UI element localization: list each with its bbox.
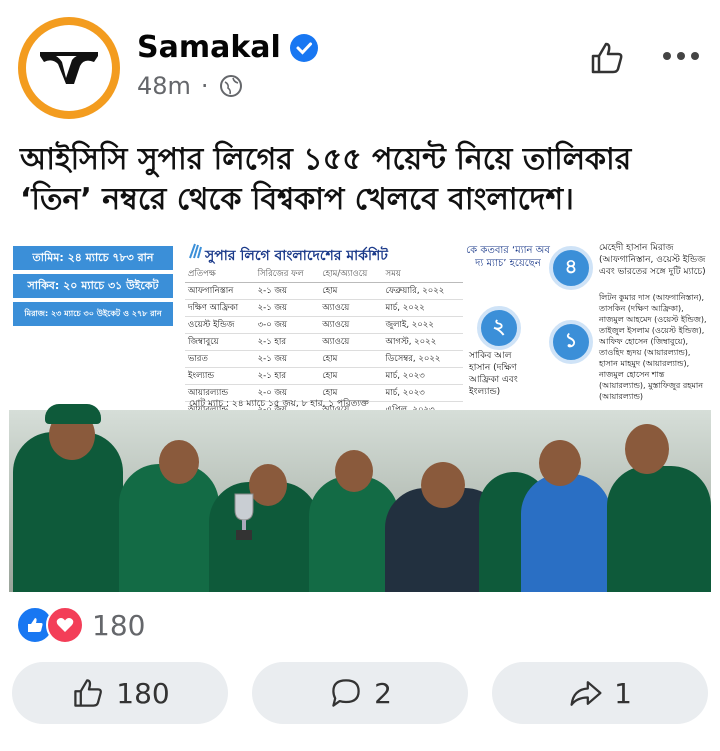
- player-figure: [607, 466, 711, 592]
- table-total: মোট ম্যাচ : ২৪ ম্যাচে ১৫ জয়, ৮ হার, ১ প…: [189, 399, 369, 409]
- comment-count: 2: [374, 676, 392, 710]
- share-count: 1: [614, 676, 632, 710]
- table-cell: মার্চ, ২০২২: [382, 299, 463, 317]
- table-cell: ২-১ জয়: [254, 299, 320, 317]
- table-cell: ইংল্যান্ড: [185, 367, 255, 385]
- table-cell: জুলাই, ২০২২: [382, 316, 463, 334]
- player-head: [335, 450, 373, 492]
- verified-badge-icon: [289, 33, 318, 62]
- table-header: প্রতিপক্ষ: [185, 266, 255, 283]
- table-cell: ডিসেম্বর, ২০২২: [382, 350, 463, 368]
- table-cell: ২-১ হার: [254, 367, 320, 385]
- table-cell: দক্ষিণ আফ্রিকা: [185, 299, 255, 317]
- stat-shakib: সাকিব: ২০ ম্যাচে ৩১ উইকেট: [13, 274, 173, 298]
- love-reaction-icon: [46, 606, 84, 644]
- table-cell: আগস্ট, ২০২২: [382, 333, 463, 351]
- meta-separator: ·: [200, 72, 209, 100]
- reaction-count[interactable]: 180: [92, 609, 145, 642]
- player-head: [539, 440, 581, 486]
- table-cell: হোম: [319, 282, 383, 300]
- table-cell: ৩-০ জয়: [254, 316, 320, 334]
- table-row: দক্ষিণ আফ্রিকা ২-১ জয় অ্যাওয়ে মার্চ, ২০২২: [185, 299, 463, 317]
- comment-icon: [332, 679, 360, 707]
- player-figure: [521, 474, 611, 592]
- post-time[interactable]: 48m: [137, 72, 191, 100]
- mom-title: কে কতবার ‘ম্যান অব দ্য ম্যাচ’ হয়েছেন: [466, 245, 550, 269]
- table-row: ভারত ২-১ জয় হোম ডিসেম্বর, ২০২২: [185, 350, 463, 368]
- post-image[interactable]: তামিম: ২৪ ম্যাচে ৭৮৩ রান সাকিব: ২০ ম্যাচ…: [9, 238, 711, 592]
- table-cell: হোম: [319, 350, 383, 368]
- samakal-logo-icon: [40, 52, 98, 84]
- stat-miraz: মিরাজ: ২৩ ম্যাচে ৩০ উইকেট ও ২৭৮ রান: [13, 302, 173, 326]
- share-button[interactable]: 1: [492, 662, 708, 724]
- table-cell: ২-১ হার: [254, 333, 320, 351]
- caption-line: আইসিসি সুপার লিগের ১৫৫ পয়েন্ট নিয়ে তাল…: [20, 142, 632, 177]
- like-icon: [74, 679, 103, 707]
- reaction-summary[interactable]: 180: [16, 606, 145, 644]
- table-cell: ২-১ জয়: [254, 282, 320, 300]
- note-two: সাকিব আল হাসান (দক্ষিণ আফ্রিকা এবং ইংল্য…: [469, 351, 518, 397]
- table-cell: অ্যাওয়ে: [319, 333, 383, 351]
- table-cell: মার্চ, ২০২৩: [382, 384, 463, 402]
- table-cell: হোম: [319, 367, 383, 385]
- post-meta: 48m ·: [137, 72, 243, 100]
- table-cell: মার্চ, ২০২৩: [382, 367, 463, 385]
- page-avatar[interactable]: [18, 17, 120, 119]
- table-cell: অ্যাওয়ে: [319, 299, 383, 317]
- note-one: লিটন কুমার দাস (আফগানিস্তান), তাসকিন (দক…: [599, 293, 707, 401]
- mom-panel: কে কতবার ‘ম্যান অব দ্য ম্যাচ’ হয়েছেন ৪ …: [465, 240, 709, 408]
- table-header: সিরিজের ফল: [254, 266, 320, 283]
- share-icon: [570, 681, 602, 706]
- note-four: মেহেদী হাসান মিরাজ (আফগানিস্তান, ওয়েস্ট…: [599, 243, 706, 277]
- stat-tamim: তামিম: ২৪ ম্যাচে ৭৮৩ রান: [13, 246, 173, 270]
- post-header: Samakal 48m ·: [0, 0, 720, 120]
- table-title: সুপার লিগে বাংলাদেশের মার্কশিট: [205, 248, 388, 264]
- trophy-icon: [234, 493, 254, 540]
- caption-line: ‘তিন’ নম্বরে থেকে বিশ্বকাপ খেলবে বাংলাদে…: [20, 182, 574, 217]
- cricket-cap-icon: [45, 404, 101, 424]
- player-head: [625, 424, 669, 474]
- table-row: জিম্বাবুয়ে ২-১ হার অ্যাওয়ে আগস্ট, ২০২২: [185, 333, 463, 351]
- badge-one: ১: [549, 320, 593, 364]
- table-cell: ২-১ জয়: [254, 350, 320, 368]
- player-head: [159, 440, 199, 484]
- player-figure: [119, 464, 219, 592]
- page-name[interactable]: Samakal: [137, 30, 319, 65]
- like-icon[interactable]: [587, 38, 627, 78]
- badge-four: ৪: [549, 246, 593, 290]
- table-row: ইংল্যান্ড ২-১ হার হোম মার্চ, ২০২৩: [185, 367, 463, 385]
- like-button[interactable]: 180: [12, 662, 228, 724]
- table-row: ওয়েস্ট ইন্ডিজ ৩-০ জয় অ্যাওয়ে জুলাই, ২০২২: [185, 316, 463, 334]
- table-cell: ফেব্রুয়ারি, ২০২২: [382, 282, 463, 300]
- table-cell: অ্যাওয়ে: [319, 316, 383, 334]
- more-options-icon[interactable]: [661, 46, 701, 66]
- table-row: আফগানিস্তান ২-১ জয় হোম ফেব্রুয়ারি, ২০২২: [185, 282, 463, 300]
- table-cell: ওয়েস্ট ইন্ডিজ: [185, 316, 255, 334]
- infographic: তামিম: ২৪ ম্যাচে ৭৮৩ রান সাকিব: ২০ ম্যাচ…: [9, 238, 711, 419]
- team-photo: [9, 404, 711, 592]
- table-header-row: প্রতিপক্ষ সিরিজের ফল হোম/অ্যাওয়ে সময়: [185, 266, 463, 283]
- player-head: [421, 462, 465, 508]
- table-header: সময়: [382, 266, 463, 283]
- globe-icon: [219, 75, 242, 97]
- cricket-ball-icon: [189, 243, 202, 259]
- comment-button[interactable]: 2: [252, 662, 468, 724]
- post-caption: আইসিসি সুপার লিগের ১৫৫ পয়েন্ট নিয়ে তাল…: [20, 140, 700, 220]
- badge-two: ২: [477, 306, 521, 350]
- table-cell: জিম্বাবুয়ে: [185, 333, 255, 351]
- page-name-text[interactable]: Samakal: [137, 30, 281, 65]
- table-cell: ভারত: [185, 350, 255, 368]
- table-header: হোম/অ্যাওয়ে: [319, 266, 383, 283]
- table-cell: আফগানিস্তান: [185, 282, 255, 300]
- like-count: 180: [116, 676, 170, 710]
